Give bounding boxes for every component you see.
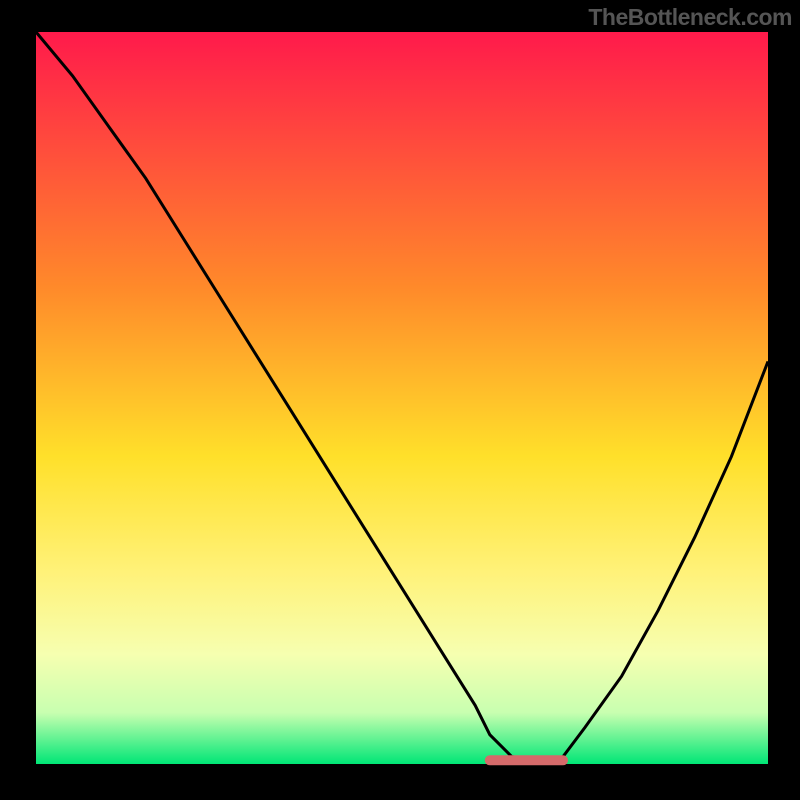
bottleneck-chart <box>0 0 800 800</box>
plot-background <box>36 32 768 764</box>
chart-frame: TheBottleneck.com <box>0 0 800 800</box>
attribution-text: TheBottleneck.com <box>588 4 792 31</box>
